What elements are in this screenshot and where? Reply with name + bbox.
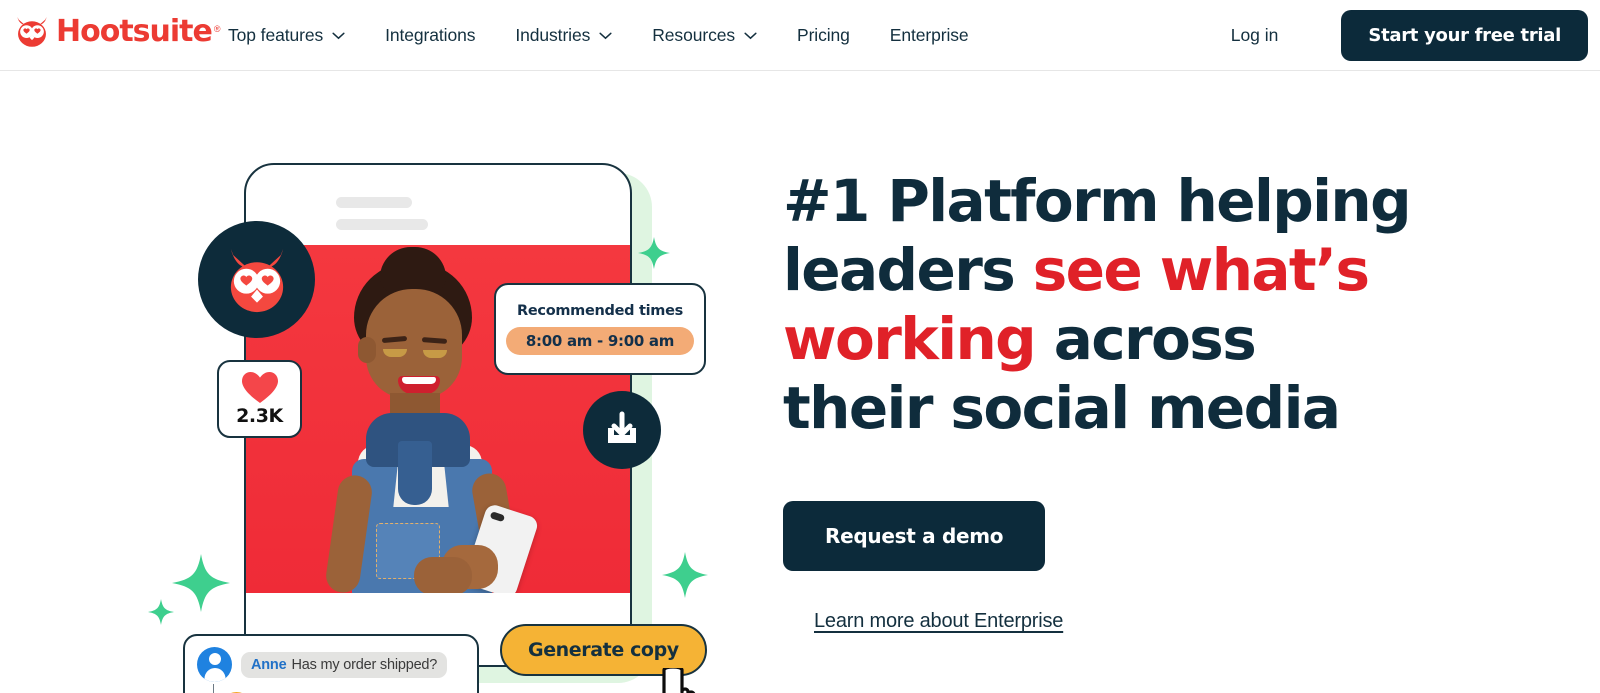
header-actions: Log in Start your free trial (1231, 0, 1588, 71)
chevron-down-icon (599, 32, 612, 40)
chevron-down-icon (744, 32, 757, 40)
recommended-times-title: Recommended times (517, 303, 683, 319)
site-header: Hootsuite ® Top features Integrations In… (0, 0, 1600, 71)
recommended-time-pill: 8:00 am - 9:00 am (505, 327, 695, 355)
likes-count: 2.3K (236, 404, 283, 427)
sparkle-icon (172, 554, 230, 612)
owl-logo-icon (12, 14, 52, 48)
nav-item-integrations[interactable]: Integrations (385, 25, 475, 46)
nav-label: Integrations (385, 25, 476, 45)
sparkle-icon (148, 599, 174, 625)
headline-line-2-plain: leaders (783, 236, 1033, 304)
placeholder-bar (336, 219, 428, 230)
chat-message-row: Anne Has my order shipped? (197, 647, 465, 682)
nav-item-resources[interactable]: Resources (652, 25, 757, 46)
pointer-hand-cursor-icon (650, 665, 704, 693)
nav-item-industries[interactable]: Industries (515, 25, 612, 46)
brand-logo[interactable]: Hootsuite ® (12, 14, 223, 48)
headline-line-1: #1 Platform helping (783, 167, 1412, 235)
sparkle-icon (662, 552, 708, 598)
learn-more-enterprise-link[interactable]: Learn more about Enterprise (814, 610, 1063, 633)
placeholder-bar (336, 197, 412, 208)
headline-line-3-plain: across (1035, 305, 1257, 373)
nav-label: Top features (228, 25, 324, 45)
main-navigation: Top features Integrations Industries Res… (228, 0, 969, 71)
headline-line-2-accent: see what’s (1032, 236, 1370, 304)
social-post-card (244, 163, 632, 667)
start-free-trial-button[interactable]: Start your free trial (1341, 10, 1588, 61)
hero-copy: #1 Platform helping leaders see what’s w… (783, 167, 1483, 633)
request-demo-button[interactable]: Request a demo (783, 501, 1046, 571)
likes-card: 2.3K (217, 360, 302, 438)
chat-message-text: Has my order shipped? (291, 656, 438, 673)
nav-label: Industries (515, 25, 591, 45)
nav-label: Pricing (797, 25, 850, 45)
headline-line-4: their social media (783, 374, 1341, 442)
thread-connector (213, 684, 229, 693)
owl-avatar-icon (219, 242, 295, 318)
page-title: #1 Platform helping leaders see what’s w… (783, 167, 1483, 443)
headline-line-3-accent: working (783, 305, 1037, 373)
chevron-down-icon (332, 32, 345, 40)
hero-illustration: 2.3K Recommended times 8:00 am - 9:00 am (0, 71, 760, 693)
chat-author: Anne (251, 656, 287, 673)
heart-icon (241, 371, 278, 404)
nav-item-pricing[interactable]: Pricing (797, 25, 850, 46)
registered-mark: ® (213, 24, 221, 34)
login-link[interactable]: Log in (1231, 25, 1279, 46)
nav-item-top-features[interactable]: Top features (228, 25, 345, 46)
sparkle-icon (638, 237, 670, 269)
nav-label: Enterprise (889, 25, 969, 45)
chat-conversation-card: AnneHas my order shipped? Yes, it’s on t… (183, 634, 479, 693)
hero-section: 2.3K Recommended times 8:00 am - 9:00 am (0, 71, 1600, 693)
nav-label: Resources (652, 25, 735, 45)
user-avatar-icon (197, 647, 232, 682)
download-tray-icon (603, 411, 641, 449)
recommended-times-card: Recommended times 8:00 am - 9:00 am (494, 283, 706, 375)
chat-message-bubble: Anne Has my order shipped? (241, 651, 448, 678)
nav-item-enterprise[interactable]: Enterprise (890, 25, 969, 46)
save-post-badge[interactable] (583, 391, 661, 469)
brand-name: Hootsuite (56, 14, 213, 49)
owl-avatar-badge (198, 221, 315, 338)
